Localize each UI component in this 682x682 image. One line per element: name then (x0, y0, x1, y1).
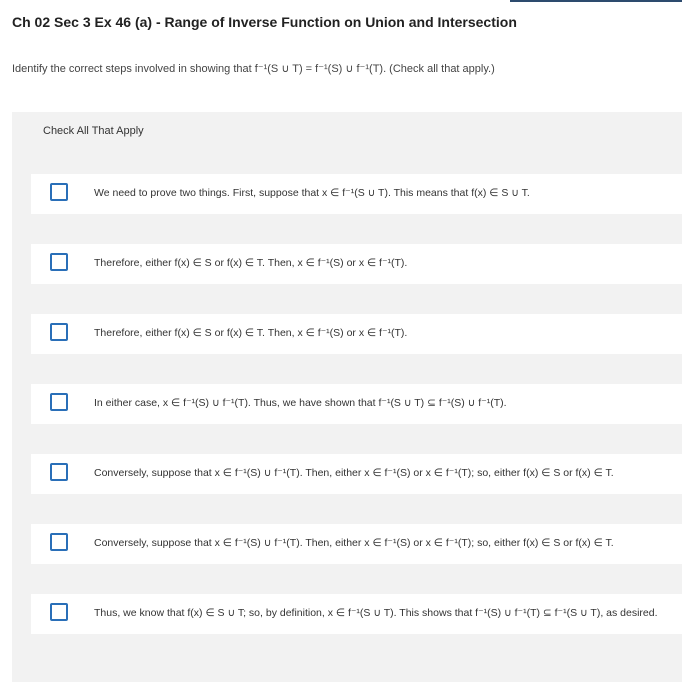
option-1-text: We need to prove two things. First, supp… (94, 187, 530, 199)
answer-option-3[interactable]: Therefore, either f(x) ∈ S or f(x) ∈ T. … (31, 314, 682, 354)
panel-label: Check All That Apply (43, 125, 144, 137)
question-instructions: Identify the correct steps involved in s… (12, 63, 495, 75)
answer-option-4[interactable]: In either case, x ∈ f⁻¹(S) ∪ f⁻¹(T). Thu… (31, 384, 682, 424)
option-7-checkbox[interactable] (50, 603, 68, 621)
option-6-text: Conversely, suppose that x ∈ f⁻¹(S) ∪ f⁻… (94, 537, 614, 549)
answer-option-7[interactable]: Thus, we know that f(x) ∈ S ∪ T; so, by … (31, 594, 682, 634)
option-2-checkbox[interactable] (50, 253, 68, 271)
option-3-checkbox[interactable] (50, 323, 68, 341)
answer-option-1[interactable]: We need to prove two things. First, supp… (31, 174, 682, 214)
answer-option-5[interactable]: Conversely, suppose that x ∈ f⁻¹(S) ∪ f⁻… (31, 454, 682, 494)
option-7-text: Thus, we know that f(x) ∈ S ∪ T; so, by … (94, 607, 658, 619)
option-3-text: Therefore, either f(x) ∈ S or f(x) ∈ T. … (94, 327, 408, 339)
option-4-checkbox[interactable] (50, 393, 68, 411)
option-5-checkbox[interactable] (50, 463, 68, 481)
page-title: Ch 02 Sec 3 Ex 46 (a) - Range of Inverse… (12, 14, 517, 30)
option-5-text: Conversely, suppose that x ∈ f⁻¹(S) ∪ f⁻… (94, 467, 614, 479)
answer-panel: Check All That Apply We need to prove tw… (12, 112, 682, 682)
answer-option-2[interactable]: Therefore, either f(x) ∈ S or f(x) ∈ T. … (31, 244, 682, 284)
option-4-text: In either case, x ∈ f⁻¹(S) ∪ f⁻¹(T). Thu… (94, 397, 507, 409)
option-1-checkbox[interactable] (50, 183, 68, 201)
answer-option-6[interactable]: Conversely, suppose that x ∈ f⁻¹(S) ∪ f⁻… (31, 524, 682, 564)
option-6-checkbox[interactable] (50, 533, 68, 551)
option-2-text: Therefore, either f(x) ∈ S or f(x) ∈ T. … (94, 257, 408, 269)
top-accent-bar (510, 0, 682, 2)
top-bar (0, 0, 682, 2)
